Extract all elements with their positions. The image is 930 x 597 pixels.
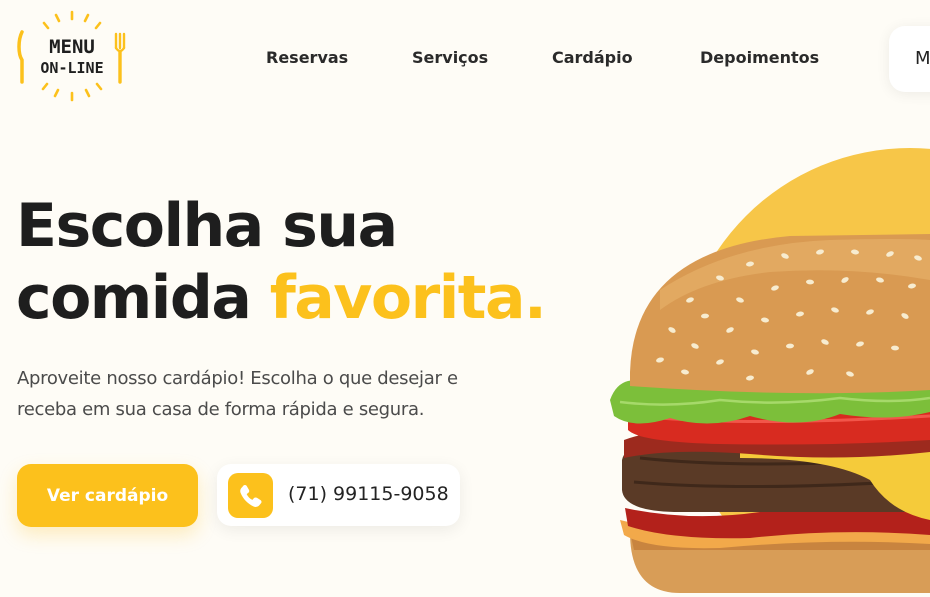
knife-icon xyxy=(17,30,24,84)
nav-item-reservas[interactable]: Reservas xyxy=(266,48,348,67)
phone-icon xyxy=(228,473,273,518)
logo-text-top: MENU xyxy=(49,36,95,58)
hero-title: Escolha sua comida favorita. xyxy=(16,190,547,334)
header-cta-button[interactable]: M xyxy=(889,26,930,92)
phone-button[interactable]: (71) 99115-9058 xyxy=(217,464,460,526)
logo[interactable]: MENU ON-LINE xyxy=(16,10,128,102)
nav-item-depoimentos[interactable]: Depoimentos xyxy=(700,48,819,67)
hero-title-line1: Escolha sua xyxy=(16,191,398,261)
view-menu-button[interactable]: Ver cardápio xyxy=(17,464,198,527)
hero-title-accent: favorita. xyxy=(269,263,547,333)
hamburger-image xyxy=(600,140,930,597)
header-cta-label: M xyxy=(915,48,930,69)
logo-text-bottom: ON-LINE xyxy=(40,59,103,77)
fork-icon xyxy=(114,32,126,84)
nav-item-cardapio[interactable]: Cardápio xyxy=(552,48,633,67)
hero-subtitle: Aproveite nosso cardápio! Escolha o que … xyxy=(17,368,458,420)
hero-title-line2: comida xyxy=(16,263,252,333)
phone-number: (71) 99115-9058 xyxy=(288,483,449,505)
nav-item-servicos[interactable]: Serviços xyxy=(412,48,488,67)
logo-graphic: MENU ON-LINE xyxy=(17,10,126,102)
